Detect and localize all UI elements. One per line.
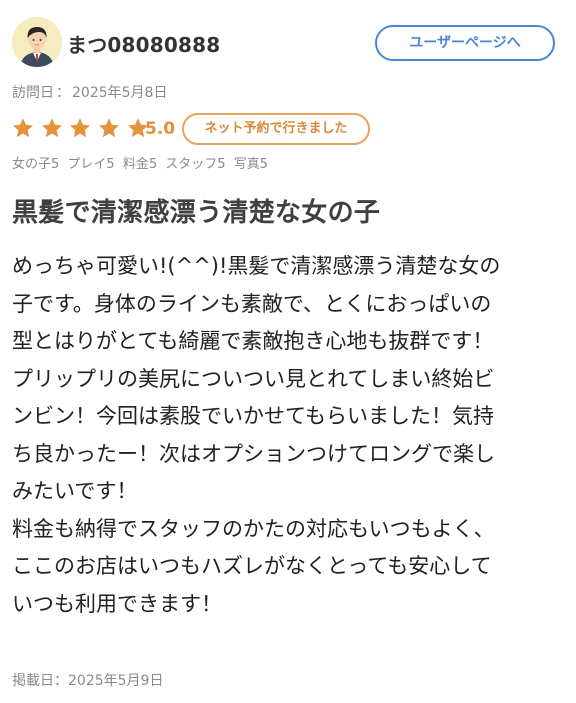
review-body-line: ンビン！今回は素股でいかせてもらいました！気持 — [12, 404, 494, 428]
user-avatar-icon — [12, 17, 62, 67]
sub-scores: 女の子5 プレイ5 料金5 スタッフ5 写真5 — [12, 153, 272, 172]
visit-date-value: 2025年5月8日 — [72, 85, 168, 101]
review-body-line: いつも利用できます！ — [12, 591, 222, 616]
star-icon — [13, 118, 33, 138]
review-body-line: みたいです！ — [12, 479, 138, 503]
review-body-line: ここのお店はいつもハズレがなくとっても安心して — [12, 554, 492, 578]
sub-score-photo: 写真5 — [233, 157, 268, 172]
sub-score-girl: 女の子5 — [12, 157, 60, 172]
sub-score-staff: スタッフ5 — [165, 157, 226, 172]
review-header: まつ08080888 ユーザーページへ — [12, 17, 558, 69]
review-body-line: 料金も納得でスタッフのかたの対応もいつもよく、 — [12, 516, 495, 541]
star-icon — [99, 118, 119, 138]
review-body-line: ち良かったー！次はオプションつけてロングで楽し — [12, 441, 495, 466]
review-body-line: 型とはりがとても綺麗で素敵抱き心地も抜群です！ — [12, 329, 494, 353]
sub-score-play: プレイ5 — [67, 157, 115, 172]
rating-score: 5.0 — [145, 119, 176, 139]
rating-row: 5.0 ネット予約で行きました — [12, 113, 552, 145]
sub-score-price: 料金5 — [122, 157, 158, 172]
user-page-button[interactable]: ユーザーページへ — [375, 25, 555, 61]
review-title: 黒髪で清潔感漂う清楚な女の子 — [12, 198, 381, 228]
review-body-line: 子です。身体のラインも素敵で、とくにおっぱいの — [12, 291, 492, 316]
visit-date: 訪問日： 2025年5月8日 — [12, 85, 168, 101]
star-icon — [41, 118, 62, 138]
star-rating — [12, 117, 150, 141]
post-date-value: 2025年5月9日 — [68, 673, 164, 689]
review-body-line: めっちゃ可愛い!(^^)!黒髪で清潔感漂う清楚な女の — [12, 254, 501, 278]
post-date-label: 掲載日 — [12, 673, 54, 689]
user-avatar[interactable] — [12, 17, 62, 67]
post-date: 掲載日：2025年5月9日 — [12, 673, 164, 689]
review-body-line: プリップリの美尻についつい見とれてしまい終始ビ — [12, 366, 495, 391]
visit-date-label: 訪問日 — [12, 85, 54, 101]
net-reservation-badge: ネット予約で行きました — [182, 113, 370, 145]
star-icon — [70, 118, 91, 138]
user-name[interactable]: まつ08080888 — [67, 29, 220, 58]
review-body: めっちゃ可愛い!(^^)!黒髪で清潔感漂う清楚な女の 子です。身体のラインも素敵… — [12, 248, 564, 623]
